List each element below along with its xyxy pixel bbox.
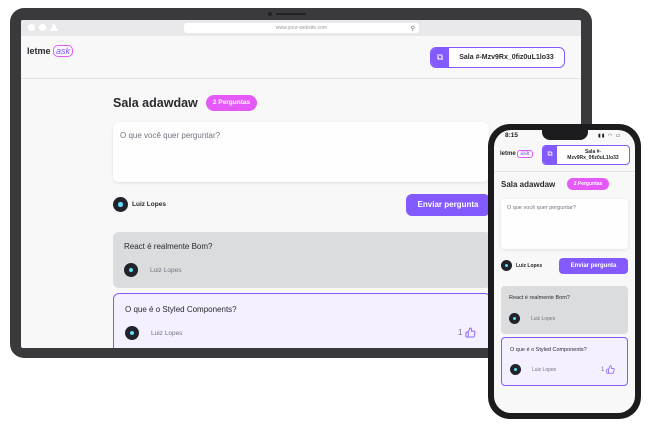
search-icon[interactable]: ⚲ [411, 24, 415, 34]
question-card: React é realmente Bom? Luiz Lopes [113, 232, 491, 288]
address-bar[interactable]: www.your-website.com ⚲ [184, 23, 419, 33]
question-text: O que é o Styled Components? [510, 347, 587, 353]
avatar [510, 364, 521, 375]
question-author: Luiz Lopes [150, 267, 182, 274]
like-button[interactable]: 1 [458, 327, 476, 338]
avatar [509, 313, 520, 324]
phone-screen: 8:15 ▮▮ ◠ ▭ letme ask ⧉ Sala #- Mzv9Rx_0… [494, 130, 635, 413]
send-question-button[interactable]: Enviar pergunta [559, 258, 628, 274]
question-card: O que é o Styled Components? Luiz Lopes … [501, 337, 628, 386]
status-time: 8:15 [505, 132, 519, 139]
room-code-label: Sala #-Mzv9Rx_0fiz0uL1lo33 [459, 54, 554, 61]
copy-icon: ⧉ [543, 146, 557, 164]
room-code-button[interactable]: ⧉ Sala #-Mzv9Rx_0fiz0uL1lo33 [430, 47, 565, 68]
logo-accent: ask [517, 150, 533, 158]
question-text: O que é o Styled Components? [125, 305, 237, 314]
thumbs-up-icon [606, 365, 615, 374]
user-name: Luiz Lopes [516, 263, 543, 269]
question-text: React é realmente Bom? [124, 242, 213, 251]
question-card: React é realmente Bom? Luiz Lopes [501, 286, 628, 334]
question-author: Luiz Lopes [151, 330, 183, 337]
room-code-label: Sala #- Mzv9Rx_0fiz0uL1lo33 [557, 149, 629, 161]
browser-window-dot[interactable] [28, 24, 35, 31]
browser-window-dot[interactable] [39, 24, 46, 31]
question-author: Luiz Lopes [531, 316, 556, 322]
address-text: www.your-website.com [275, 25, 328, 31]
status-icons: ▮▮ ◠ ▭ [598, 133, 622, 139]
browser-bar: www.your-website.com ⚲ [21, 20, 581, 36]
tablet-sensor [276, 13, 306, 15]
textarea-placeholder: O que você quer perguntar? [507, 205, 576, 211]
avatar [113, 197, 128, 212]
thumbs-up-icon [465, 327, 476, 338]
logo: letme ask [500, 150, 533, 158]
question-count-badge: 2 Perguntas [206, 95, 257, 111]
question-card: O que é o Styled Components? Luiz Lopes … [113, 293, 491, 348]
room-code-line: Mzv9Rx_0fiz0uL1lo33 [567, 155, 619, 161]
avatar [124, 263, 138, 277]
like-count: 1 [601, 366, 605, 373]
logo-main: letme [27, 46, 51, 56]
app-header: letme ask ⧉ Sala #-Mzv9Rx_0fiz0uL1lo33 [21, 36, 581, 79]
browser-home-icon[interactable] [50, 23, 58, 31]
question-textarea[interactable]: O que você quer perguntar? [113, 122, 489, 182]
textarea-placeholder: O que você quer perguntar? [120, 131, 221, 140]
logo-main: letme [500, 151, 516, 157]
send-question-button[interactable]: Enviar pergunta [406, 194, 490, 216]
question-text: React é realmente Bom? [509, 295, 570, 301]
like-count: 1 [458, 328, 463, 337]
question-count-badge: 2 Perguntas [567, 178, 609, 190]
page-title: Sala adawdaw [113, 96, 198, 110]
page-title: Sala adawdaw [501, 180, 556, 189]
like-button[interactable]: 1 [601, 365, 615, 374]
logo: letme ask [27, 45, 74, 57]
avatar [501, 260, 512, 271]
room-code-button[interactable]: ⧉ Sala #- Mzv9Rx_0fiz0uL1lo33 [542, 145, 630, 165]
logo-accent: ask [53, 45, 74, 57]
phone-app-header: letme ask ⧉ Sala #- Mzv9Rx_0fiz0uL1lo33 [494, 141, 635, 172]
avatar [125, 326, 139, 340]
tablet-camera [268, 12, 272, 16]
user-name: Luiz Lopes [132, 201, 166, 208]
question-author: Luiz Lopes [532, 367, 557, 373]
phone-notch [542, 130, 588, 140]
question-textarea[interactable]: O que você quer perguntar? [501, 199, 628, 249]
copy-icon: ⧉ [431, 48, 449, 67]
